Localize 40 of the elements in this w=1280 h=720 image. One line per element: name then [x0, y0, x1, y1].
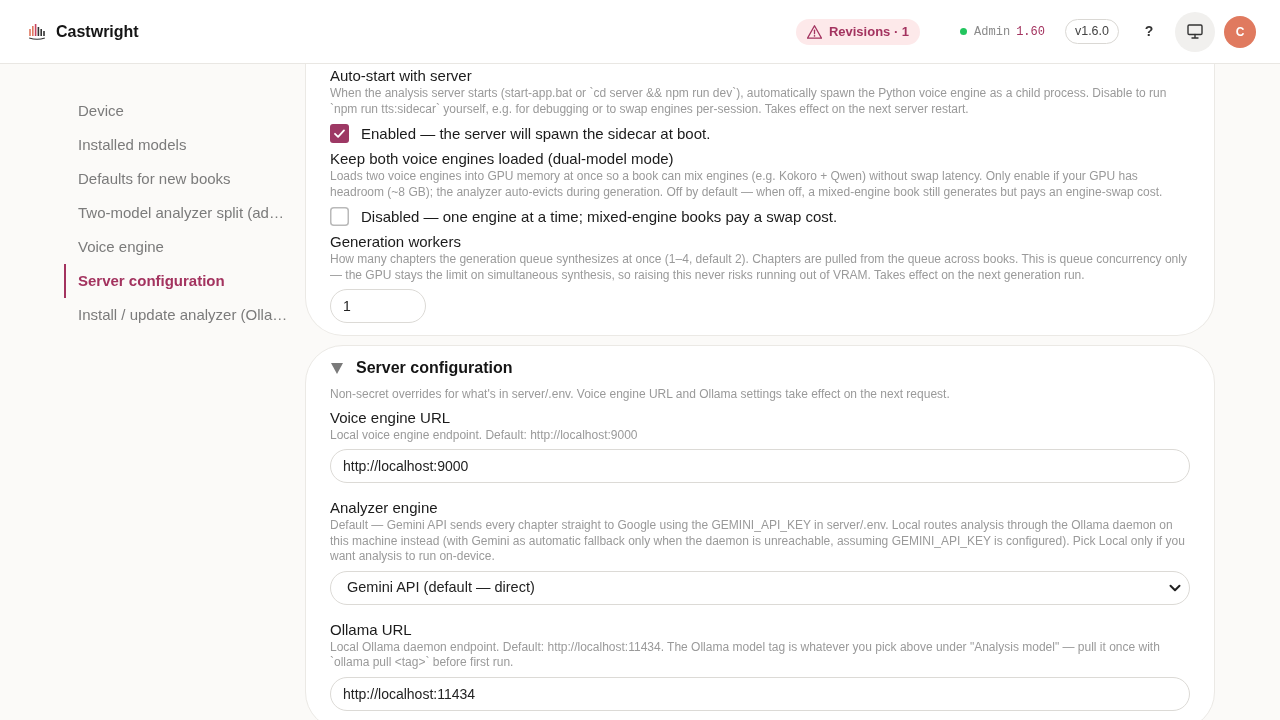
section-toggle[interactable]: Server configuration	[331, 357, 513, 379]
sidebar-link[interactable]: Installed models	[64, 128, 187, 162]
sidebar-link[interactable]: Server configuration	[64, 264, 225, 298]
checkbox[interactable]	[330, 207, 349, 226]
setting-label: Analyzer engine	[330, 499, 439, 517]
sidebar-link[interactable]: Defaults for new books	[64, 162, 231, 196]
checkbox-label: Enabled — the server will spawn the sidecar at boot.	[361, 124, 711, 143]
warning-icon	[806, 24, 822, 39]
setting-description: Local Ollama daemon endpoint. Default: http://localhost:11434. The Ollama model tag is whatever you pick above under "Analysis model" — pull it once with `ollama pull <tag>` before first run.	[330, 639, 1161, 671]
sidebar-link[interactable]: Install / update analyzer (Olla…	[64, 298, 288, 332]
number-field[interactable]: 1	[330, 289, 426, 323]
setting-description: When the analysis server starts (start-app.bat or `cd server && npm run dev`), automatically spawn the Python voice engine as a child process. Disable to run `npm run tts:sidecar` yourself, e.g. for debugging or to swap engines per-session. Takes effect on the next server restart.	[330, 86, 1168, 117]
setting-label: Ollama URL	[330, 620, 413, 639]
setting-label: Keep both voice engines loaded (dual-model mode)	[330, 150, 675, 168]
setting-label: Voice engine URL	[330, 408, 452, 427]
waveform-icon	[29, 23, 45, 40]
monitor-icon	[1187, 24, 1203, 39]
help-button[interactable]: ?	[1134, 16, 1164, 47]
engine-select[interactable]: Gemini API (default — direct)	[330, 570, 1190, 605]
setting-description: How many chapters the generation queue synthesizes at once (1–4, default 2). Chapters are pulled from the queue across books. This is queue concurrency only — the GPU stays the limit on simultaneous synthesis, so raising this never risks running out of VRAM. Takes effect on the next generation run.	[330, 252, 1188, 283]
setting-label: Generation workers	[330, 233, 462, 251]
brand-name: Castwright	[56, 21, 139, 42]
checkbox[interactable]	[330, 124, 349, 143]
status-value: 1.60	[1016, 23, 1045, 41]
url-field[interactable]: http://localhost:11434	[330, 676, 1190, 711]
section-description: Non-secret overrides for what's in server/.env. Voice engine URL and Ollama settings take effect on the next request.	[330, 387, 951, 403]
chevron-down-icon	[1169, 583, 1181, 592]
checkbox-label: Disabled — one engine at a time; mixed-engine books pay a swap cost.	[361, 207, 838, 226]
display-button[interactable]	[1175, 11, 1215, 52]
revisions-button[interactable]: Revisions · 1	[795, 18, 921, 45]
setting-description: Local voice engine endpoint. Default: http://localhost:9000	[330, 427, 639, 443]
url-field[interactable]: http://localhost:9000	[330, 449, 1190, 483]
setting-description: Loads two voice engines into GPU memory at once so a book can mix engines (e.g. Kokoro + Qwen) without swap latency. Only enable if your GPU has headroom (~8 GB); the analyzer auto-evicts during generation. Off by default — when off, a mixed-engine book still generates but pays an engine-swap cost.	[330, 169, 1164, 200]
sidebar-link[interactable]: Device	[64, 94, 124, 128]
setting-description: Default — Gemini API sends every chapter straight to Google using the GEMINI_API_KEY in server/.env. Local routes analysis through the Ollama daemon on this machine instead (with Gemini as automatic fallback only when the daemon is unreachable, assuming GEMINI_API_KEY is configured). Pick Local only if you want analysis to run on-device.	[330, 518, 1186, 565]
setting-label: Auto-start with server	[330, 67, 473, 85]
sidebar-link[interactable]: Voice engine	[64, 230, 164, 264]
avatar[interactable]: C	[1224, 15, 1256, 48]
sidebar-link[interactable]: Two-model analyzer split (ad…	[64, 196, 284, 230]
status-label: Admin	[974, 23, 1011, 41]
